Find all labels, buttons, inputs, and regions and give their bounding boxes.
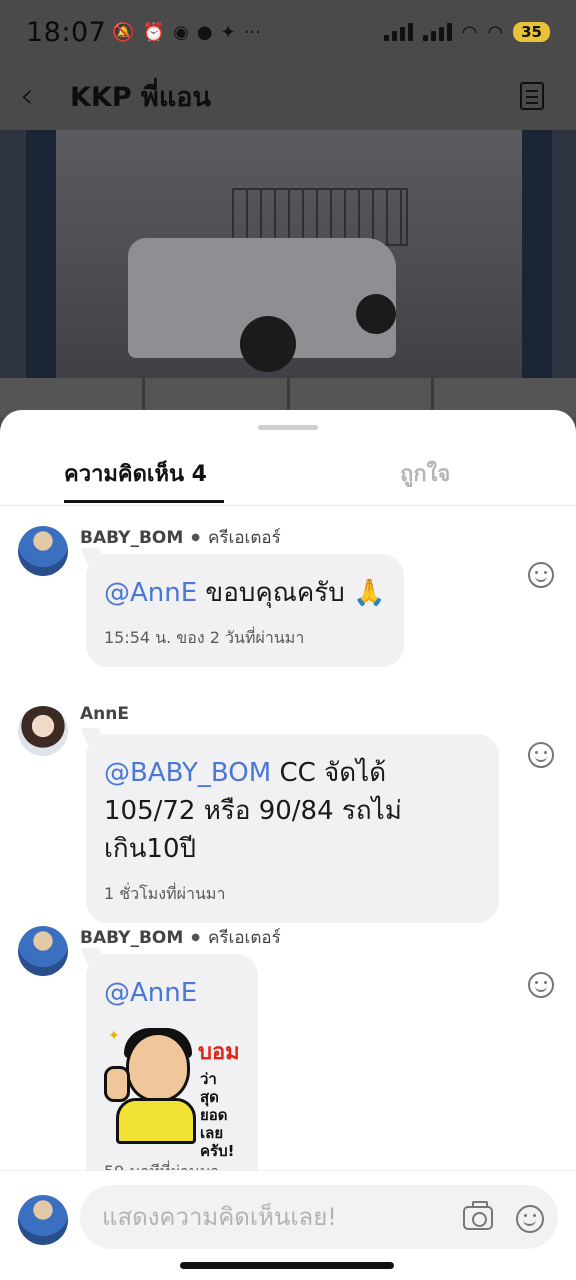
tab-bar: ความคิดเห็น 4 ถูกใจ [0, 450, 576, 506]
comment-author[interactable]: BABY_BOM [80, 528, 183, 548]
tab-likes[interactable]: ถูกใจ [400, 456, 450, 491]
system-status: ◠ ◠ 35 [383, 21, 550, 43]
emoji-react-icon[interactable] [528, 972, 554, 998]
sticker-face [126, 1032, 190, 1102]
truck-rear-wheel [356, 294, 396, 334]
pillar-right [522, 130, 552, 378]
creator-badge: ครีเอเตอร์ [208, 928, 281, 948]
comment-author[interactable]: BABY_BOM [80, 928, 183, 948]
line-icon: ● [196, 21, 213, 43]
tab-comments[interactable]: ความคิดเห็น 4 [64, 456, 207, 491]
comment-bubble[interactable]: @AnnE ขอบคุณครับ 🙏 15:54 น. ของ 2 วันที่… [86, 554, 404, 667]
document-icon[interactable] [520, 82, 544, 110]
mention-link[interactable]: @AnnE [104, 978, 197, 1008]
twitter-icon: ✦ [220, 21, 236, 43]
drag-handle[interactable] [258, 425, 318, 430]
comment-body: ขอบคุณครับ 🙏 [197, 578, 386, 608]
page-title: KKP พี่แอน [70, 81, 211, 113]
app-bar: ‹ KKP พี่แอน [0, 64, 576, 128]
notification-icons: 🔕 ⏰ ◉ ● ✦ ··· [112, 22, 261, 43]
mention-link[interactable]: @BABY_BOM [104, 758, 271, 788]
wifi-icon: ◠ [461, 21, 478, 43]
camera-icon[interactable] [463, 1201, 493, 1230]
back-icon[interactable]: ‹ [20, 76, 56, 116]
mention-link[interactable]: @AnnE [104, 578, 197, 608]
messenger-icon: ◉ [173, 21, 189, 43]
separator-dot: ● [191, 532, 201, 543]
avatar[interactable] [18, 926, 68, 976]
comment-time: 1 ชั่วโมงที่ผ่านมา [104, 884, 226, 903]
status-bar: 18:07 🔕 ⏰ ◉ ● ✦ ··· ◠ ◠ 35 [0, 0, 576, 64]
avatar[interactable] [18, 526, 68, 576]
comment-time: 15:54 น. ของ 2 วันที่ผ่านมา [104, 628, 305, 647]
separator-dot: ● [191, 932, 201, 943]
signal-icon [383, 23, 413, 41]
post-photo[interactable] [0, 130, 576, 378]
thumbs-up-icon [104, 1066, 130, 1102]
sparkle-icon: ✦ [108, 1028, 120, 1044]
comment-bubble[interactable]: @BABY_BOM CC จัดได้ 105/72 หรือ 90/84 รถ… [86, 734, 499, 923]
comment-bubble[interactable]: @AnnE ✦ บอม ว่า สุดยอด เลยครับ! 59 นาทีท… [86, 954, 258, 1201]
home-indicator [180, 1262, 394, 1269]
comments-sheet: ความคิดเห็น 4 ถูกใจ BABY_BOM ● ครีเอเตอร… [0, 410, 576, 1280]
mute-icon: 🔕 [112, 21, 135, 43]
more-notifications-icon: ··· [243, 21, 261, 43]
comment-text: @AnnE ขอบคุณครับ 🙏 [104, 574, 386, 612]
avatar[interactable] [18, 706, 68, 756]
comment-author-row: BABY_BOM ● ครีเอเตอร์ [80, 524, 281, 551]
emoji-icon[interactable] [516, 1205, 544, 1233]
signal-2-icon [422, 23, 452, 41]
emoji-react-icon[interactable] [528, 562, 554, 588]
battery-indicator: 35 [513, 22, 550, 42]
sticker-shirt [116, 1098, 196, 1144]
creator-badge: ครีเอเตอร์ [208, 528, 281, 548]
comment-text: @BABY_BOM CC จัดได้ 105/72 หรือ 90/84 รถ… [104, 754, 481, 868]
sticker-caption: ว่า สุดยอด เลยครับ! [200, 1070, 235, 1160]
active-tab-indicator [64, 500, 224, 503]
wifi-2-icon: ◠ [487, 21, 504, 43]
truck-front-wheel [240, 316, 296, 372]
sticker-image[interactable]: ✦ บอม ว่า สุดยอด เลยครับ! [104, 1026, 240, 1160]
sticker-title: บอม [198, 1040, 240, 1065]
status-time: 18:07 [26, 16, 107, 48]
comment-text: @AnnE [104, 974, 240, 1012]
comment-author[interactable]: AnnE [80, 704, 129, 724]
my-avatar [18, 1195, 68, 1245]
comment-author-row: AnnE [80, 704, 129, 724]
alarm-icon: ⏰ [142, 21, 166, 43]
pillar-left [26, 130, 56, 378]
emoji-react-icon[interactable] [528, 742, 554, 768]
comment-author-row: BABY_BOM ● ครีเอเตอร์ [80, 924, 281, 951]
